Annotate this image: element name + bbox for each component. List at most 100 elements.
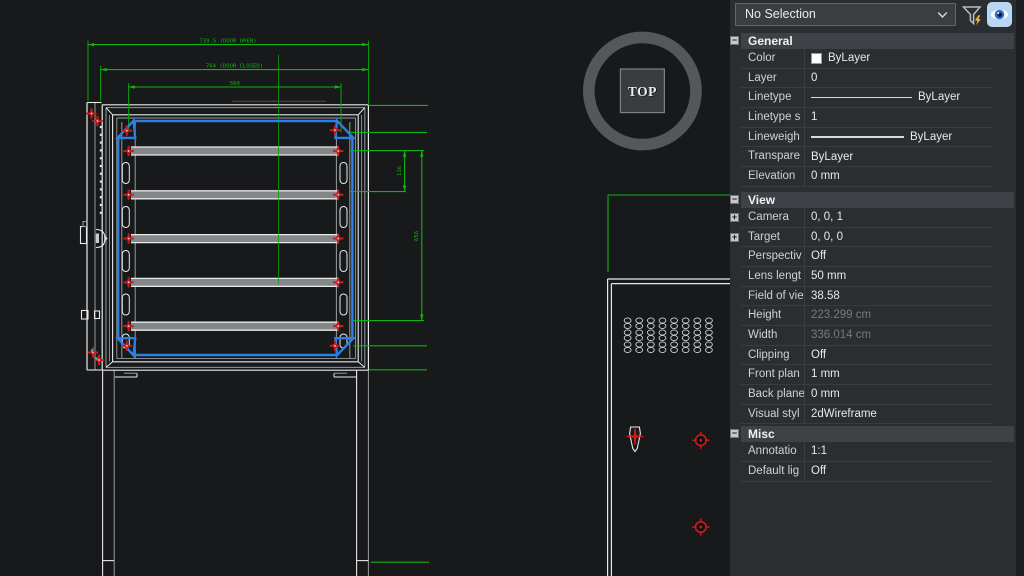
property-label: Clipping — [741, 346, 805, 365]
section-title[interactable]: General — [741, 33, 1014, 49]
properties-sections: −GeneralColorByLayerLayer0LinetypeByLaye… — [730, 33, 1016, 487]
property-label: Elevation — [741, 167, 805, 186]
property-row: +Target0, 0, 0 — [730, 228, 1016, 248]
point-marker-icon — [334, 130, 335, 131]
property-row: Width336.014 cm — [730, 326, 1016, 346]
property-value[interactable]: Off — [805, 247, 993, 266]
target-marker-icon — [699, 526, 702, 529]
point-marker-icon — [338, 194, 339, 195]
property-value[interactable]: 0, 0, 1 — [805, 208, 993, 227]
property-value[interactable]: ByLayer — [805, 88, 993, 107]
collapse-section-icon[interactable]: − — [730, 36, 739, 45]
chevron-down-icon — [937, 11, 948, 19]
property-value[interactable]: 1:1 — [805, 442, 993, 461]
property-row: PerspectivOff — [730, 247, 1016, 267]
property-value[interactable]: 50 mm — [805, 267, 993, 286]
property-value[interactable]: 0 mm — [805, 385, 993, 404]
property-value[interactable]: 1 — [805, 108, 993, 127]
property-row: Elevation0 mm — [730, 167, 1016, 187]
point-marker-icon — [338, 325, 339, 326]
property-value[interactable]: 0, 0, 0 — [805, 228, 993, 247]
property-value[interactable]: 223.299 cm — [805, 306, 993, 325]
property-value[interactable]: 336.014 cm — [805, 326, 993, 345]
property-value[interactable]: ByLayer — [805, 49, 993, 68]
property-row: LinetypeByLayer — [730, 88, 1016, 108]
color-swatch[interactable] — [811, 53, 822, 64]
property-label: Linetype — [741, 88, 805, 107]
section-title[interactable]: View — [741, 192, 1014, 208]
target-marker-icon — [699, 439, 702, 442]
expand-property-icon[interactable]: + — [730, 213, 739, 222]
property-label: Perspectiv — [741, 247, 805, 266]
property-value[interactable]: ByLayer — [805, 147, 993, 166]
point-marker-icon — [126, 345, 127, 346]
property-row: Front plan1 mm — [730, 365, 1016, 385]
osnap-dot — [95, 357, 97, 359]
expand-property-icon[interactable]: + — [730, 233, 739, 242]
point-marker-icon — [334, 345, 335, 346]
property-label: Color — [741, 49, 805, 68]
property-label: Width — [741, 326, 805, 345]
shelf-rail — [131, 147, 338, 155]
selection-dropdown-value: No Selection — [745, 7, 816, 21]
dim-text: 739.5 (DOOR OPEN) — [199, 39, 256, 45]
property-row: ClippingOff — [730, 346, 1016, 366]
viewcube-label[interactable]: TOP — [628, 84, 657, 99]
dim-text: 656 — [414, 231, 420, 241]
point-marker-icon — [128, 325, 129, 326]
property-row: LineweighByLayer — [730, 128, 1016, 148]
collapse-section-icon[interactable]: − — [730, 429, 739, 438]
section-view: −View+Camera0, 0, 1+Target0, 0, 0Perspec… — [730, 192, 1016, 425]
point-marker-icon — [338, 238, 339, 239]
property-value[interactable]: Off — [805, 346, 993, 365]
point-marker-icon — [92, 352, 93, 353]
properties-palette: No Selection −GeneralColorByLayerLayer0L… — [730, 0, 1016, 576]
property-label: Camera — [741, 208, 805, 227]
property-label: Field of vie — [741, 287, 805, 306]
property-label: Linetype s — [741, 108, 805, 127]
property-label: Default lig — [741, 462, 805, 481]
section-general: −GeneralColorByLayerLayer0LinetypeByLaye… — [730, 33, 1016, 187]
collapse-section-icon[interactable]: − — [730, 195, 739, 204]
property-label: Height — [741, 306, 805, 325]
property-row: TranspareByLayer — [730, 147, 1016, 167]
property-label: Annotatio — [741, 442, 805, 461]
eye-icon — [987, 2, 1012, 27]
property-label: Front plan — [741, 365, 805, 384]
property-row: ColorByLayer — [730, 49, 1016, 69]
property-value[interactable]: 0 — [805, 69, 993, 88]
point-marker-icon — [97, 120, 98, 121]
point-marker-icon — [338, 150, 339, 151]
shelf-rail — [131, 322, 338, 330]
section-title[interactable]: Misc — [741, 426, 1014, 442]
toggle-value-display-button[interactable] — [987, 2, 1012, 27]
property-row: Height223.299 cm — [730, 306, 1016, 326]
property-value[interactable]: 38.58 — [805, 287, 993, 306]
property-value[interactable]: 0 mm — [805, 167, 993, 186]
dim-text: 764 (DOOR CLOSED) — [206, 64, 263, 70]
property-row: Annotatio1:1 — [730, 442, 1016, 462]
point-marker-icon — [128, 282, 129, 283]
property-row: Back plane0 mm — [730, 385, 1016, 405]
point-marker-icon — [128, 238, 129, 239]
osnap-dot — [91, 349, 93, 351]
quick-filter-icon[interactable] — [960, 3, 984, 27]
dim-text: 116 — [397, 166, 403, 176]
point-marker-icon — [126, 130, 127, 131]
property-row: Lens lengt50 mm — [730, 267, 1016, 287]
point-marker-icon — [91, 113, 92, 114]
dim-text: 560 — [230, 81, 240, 87]
point-marker-icon — [128, 150, 129, 151]
lineweight-sample — [811, 136, 904, 138]
property-value[interactable]: 1 mm — [805, 365, 993, 384]
property-value[interactable]: Off — [805, 462, 993, 481]
selection-dropdown[interactable]: No Selection — [735, 3, 956, 26]
cad-application-window: 739.5 (DOOR OPEN) 764 (DOOR CLOSED) 560 116… — [0, 0, 1024, 576]
palette-edge-strip — [1016, 0, 1024, 576]
model-space-viewport[interactable]: 739.5 (DOOR OPEN) 764 (DOOR CLOSED) 560 116… — [0, 0, 730, 576]
property-row: +Camera0, 0, 1 — [730, 208, 1016, 228]
property-row: Linetype s1 — [730, 108, 1016, 128]
property-value[interactable]: 2dWireframe — [805, 405, 993, 424]
point-marker-icon — [338, 282, 339, 283]
property-value[interactable]: ByLayer — [805, 128, 993, 147]
